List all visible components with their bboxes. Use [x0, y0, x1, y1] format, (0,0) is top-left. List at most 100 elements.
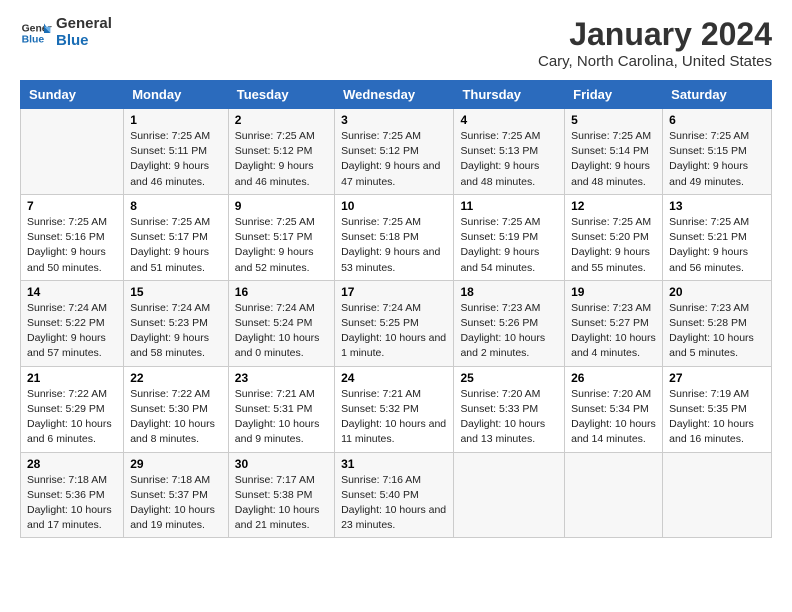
date-number: 24	[341, 371, 447, 385]
logo: General Blue General Blue	[20, 16, 112, 49]
calendar-cell	[454, 452, 565, 538]
week-row-4: 21 Sunrise: 7:22 AMSunset: 5:29 PMDayligh…	[21, 366, 772, 452]
date-number: 5	[571, 113, 656, 127]
cell-info: Sunrise: 7:25 AMSunset: 5:17 PMDaylight:…	[235, 215, 328, 276]
calendar-cell: 11Sunrise: 7:25 AMSunset: 5:19 PMDayligh…	[454, 194, 565, 280]
calendar-cell: 20 Sunrise: 7:23 AMSunset: 5:28 PMDayligh…	[663, 280, 772, 366]
date-number: 22	[130, 371, 222, 385]
cell-info: Sunrise: 7:25 AMSunset: 5:12 PMDaylight:…	[341, 129, 447, 190]
date-number: 21	[27, 371, 117, 385]
cell-info: Sunrise: 7:23 AMSunset: 5:28 PMDaylight:…	[669, 301, 765, 362]
date-number: 13	[669, 199, 765, 213]
cell-info: Sunrise: 7:21 AMSunset: 5:32 PMDaylight:…	[341, 387, 447, 448]
date-number: 25	[460, 371, 558, 385]
cell-info: Sunrise: 7:22 AMSunset: 5:30 PMDaylight:…	[130, 387, 222, 448]
date-number: 30	[235, 457, 328, 471]
date-number: 11	[460, 199, 558, 213]
cell-info: Sunrise: 7:17 AMSunset: 5:38 PMDaylight:…	[235, 473, 328, 534]
date-number: 9	[235, 199, 328, 213]
calendar-cell: 21 Sunrise: 7:22 AMSunset: 5:29 PMDayligh…	[21, 366, 124, 452]
date-number: 31	[341, 457, 447, 471]
calendar-cell	[663, 452, 772, 538]
calendar-cell: 5 Sunrise: 7:25 AMSunset: 5:14 PMDaylight…	[565, 109, 663, 195]
date-number: 15	[130, 285, 222, 299]
calendar-cell: 10 Sunrise: 7:25 AMSunset: 5:18 PMDayligh…	[335, 194, 454, 280]
calendar-cell: 28 Sunrise: 7:18 AMSunset: 5:36 PMDayligh…	[21, 452, 124, 538]
cell-info: Sunrise: 7:20 AMSunset: 5:34 PMDaylight:…	[571, 387, 656, 448]
date-number: 19	[571, 285, 656, 299]
date-number: 27	[669, 371, 765, 385]
calendar-cell: 2Sunrise: 7:25 AMSunset: 5:12 PMDaylight…	[228, 109, 334, 195]
cell-info: Sunrise: 7:25 AMSunset: 5:18 PMDaylight:…	[341, 215, 447, 276]
date-number: 10	[341, 199, 447, 213]
cell-info: Sunrise: 7:23 AMSunset: 5:26 PMDaylight:…	[460, 301, 558, 362]
calendar-cell: 24 Sunrise: 7:21 AMSunset: 5:32 PMDayligh…	[335, 366, 454, 452]
logo-icon: General Blue	[20, 17, 52, 49]
calendar-cell: 7 Sunrise: 7:25 AMSunset: 5:16 PMDaylight…	[21, 194, 124, 280]
date-number: 28	[27, 457, 117, 471]
cell-info: Sunrise: 7:24 AMSunset: 5:23 PMDaylight:…	[130, 301, 222, 362]
cell-info: Sunrise: 7:24 AMSunset: 5:25 PMDaylight:…	[341, 301, 447, 362]
calendar-cell: 3 Sunrise: 7:25 AMSunset: 5:12 PMDaylight…	[335, 109, 454, 195]
date-number: 14	[27, 285, 117, 299]
calendar-cell: 4Sunrise: 7:25 AMSunset: 5:13 PMDaylight…	[454, 109, 565, 195]
calendar-cell: 13 Sunrise: 7:25 AMSunset: 5:21 PMDayligh…	[663, 194, 772, 280]
cell-info: Sunrise: 7:18 AMSunset: 5:36 PMDaylight:…	[27, 473, 117, 534]
calendar-cell: 25 Sunrise: 7:20 AMSunset: 5:33 PMDayligh…	[454, 366, 565, 452]
day-header-tuesday: Tuesday	[228, 81, 334, 109]
week-row-3: 14 Sunrise: 7:24 AMSunset: 5:22 PMDayligh…	[21, 280, 772, 366]
date-number: 4	[460, 113, 558, 127]
cell-info: Sunrise: 7:25 AMSunset: 5:20 PMDaylight:…	[571, 215, 656, 276]
calendar-cell: 23Sunrise: 7:21 AMSunset: 5:31 PMDayligh…	[228, 366, 334, 452]
date-number: 29	[130, 457, 222, 471]
day-header-saturday: Saturday	[663, 81, 772, 109]
cell-info: Sunrise: 7:25 AMSunset: 5:12 PMDaylight:…	[235, 129, 328, 190]
cell-info: Sunrise: 7:25 AMSunset: 5:11 PMDaylight:…	[130, 129, 222, 190]
calendar-cell: 31 Sunrise: 7:16 AMSunset: 5:40 PMDayligh…	[335, 452, 454, 538]
calendar-cell: 29Sunrise: 7:18 AMSunset: 5:37 PMDayligh…	[124, 452, 229, 538]
cell-info: Sunrise: 7:24 AMSunset: 5:22 PMDaylight:…	[27, 301, 117, 362]
cell-info: Sunrise: 7:25 AMSunset: 5:14 PMDaylight:…	[571, 129, 656, 190]
calendar-cell: 26Sunrise: 7:20 AMSunset: 5:34 PMDayligh…	[565, 366, 663, 452]
date-number: 20	[669, 285, 765, 299]
calendar-cell: 12 Sunrise: 7:25 AMSunset: 5:20 PMDayligh…	[565, 194, 663, 280]
day-header-sunday: Sunday	[21, 81, 124, 109]
day-header-monday: Monday	[124, 81, 229, 109]
calendar-cell: 16 Sunrise: 7:24 AMSunset: 5:24 PMDayligh…	[228, 280, 334, 366]
logo-text-general: General	[56, 16, 112, 33]
week-row-5: 28 Sunrise: 7:18 AMSunset: 5:36 PMDayligh…	[21, 452, 772, 538]
title-section: January 2024 Cary, North Carolina, Unite…	[538, 16, 772, 70]
cell-info: Sunrise: 7:24 AMSunset: 5:24 PMDaylight:…	[235, 301, 328, 362]
cell-info: Sunrise: 7:22 AMSunset: 5:29 PMDaylight:…	[27, 387, 117, 448]
cell-info: Sunrise: 7:16 AMSunset: 5:40 PMDaylight:…	[341, 473, 447, 534]
calendar-cell: 1Sunrise: 7:25 AMSunset: 5:11 PMDaylight…	[124, 109, 229, 195]
day-header-wednesday: Wednesday	[335, 81, 454, 109]
logo-text-blue: Blue	[56, 33, 112, 50]
date-number: 18	[460, 285, 558, 299]
calendar-cell	[565, 452, 663, 538]
cell-info: Sunrise: 7:25 AMSunset: 5:15 PMDaylight:…	[669, 129, 765, 190]
calendar-cell: 27Sunrise: 7:19 AMSunset: 5:35 PMDayligh…	[663, 366, 772, 452]
date-number: 3	[341, 113, 447, 127]
calendar-cell: 22 Sunrise: 7:22 AMSunset: 5:30 PMDayligh…	[124, 366, 229, 452]
week-row-1: 1Sunrise: 7:25 AMSunset: 5:11 PMDaylight…	[21, 109, 772, 195]
date-number: 12	[571, 199, 656, 213]
header: General Blue General Blue January 2024 C…	[20, 16, 772, 70]
cell-info: Sunrise: 7:25 AMSunset: 5:21 PMDaylight:…	[669, 215, 765, 276]
cell-info: Sunrise: 7:25 AMSunset: 5:17 PMDaylight:…	[130, 215, 222, 276]
date-number: 16	[235, 285, 328, 299]
cell-info: Sunrise: 7:25 AMSunset: 5:16 PMDaylight:…	[27, 215, 117, 276]
subtitle: Cary, North Carolina, United States	[538, 53, 772, 70]
day-header-thursday: Thursday	[454, 81, 565, 109]
calendar-cell: 19Sunrise: 7:23 AMSunset: 5:27 PMDayligh…	[565, 280, 663, 366]
calendar-table: SundayMondayTuesdayWednesdayThursdayFrid…	[20, 80, 772, 538]
date-number: 8	[130, 199, 222, 213]
calendar-cell: 8 Sunrise: 7:25 AMSunset: 5:17 PMDaylight…	[124, 194, 229, 280]
date-number: 7	[27, 199, 117, 213]
cell-info: Sunrise: 7:20 AMSunset: 5:33 PMDaylight:…	[460, 387, 558, 448]
calendar-cell: 17Sunrise: 7:24 AMSunset: 5:25 PMDayligh…	[335, 280, 454, 366]
cell-info: Sunrise: 7:21 AMSunset: 5:31 PMDaylight:…	[235, 387, 328, 448]
calendar-cell: 9 Sunrise: 7:25 AMSunset: 5:17 PMDaylight…	[228, 194, 334, 280]
calendar-cell: 6Sunrise: 7:25 AMSunset: 5:15 PMDaylight…	[663, 109, 772, 195]
calendar-cell: 30 Sunrise: 7:17 AMSunset: 5:38 PMDayligh…	[228, 452, 334, 538]
